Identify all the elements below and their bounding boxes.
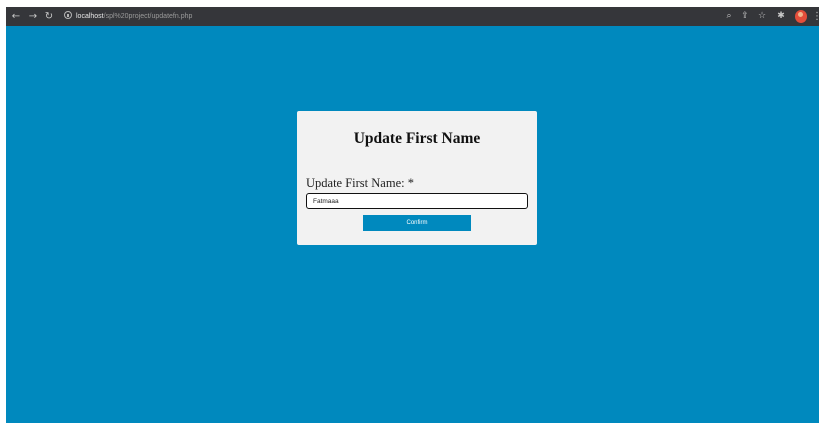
share-icon[interactable]: ⇪ (739, 7, 751, 26)
first-name-label: Update First Name: * (306, 176, 414, 190)
form-title: Update First Name (353, 130, 481, 147)
zoom-icon[interactable]: ⌕ (723, 7, 735, 26)
extensions-puzzle-icon[interactable]: ✱ (775, 7, 787, 26)
menu-icon[interactable]: ⋮ (812, 7, 819, 26)
reload-icon[interactable]: ↻ (43, 7, 55, 26)
update-form-card: Update First Name Update First Name: * C… (297, 111, 537, 245)
back-icon[interactable]: ← (10, 7, 22, 26)
address-bar[interactable]: localhost/spl%20project/updatefn.php (64, 10, 714, 23)
forward-icon[interactable]: → (27, 7, 39, 26)
url-path: /spl%20project/updatefn.php (103, 13, 193, 20)
url-host: localhost (76, 13, 104, 20)
confirm-button[interactable]: Confirm (363, 215, 471, 231)
browser-window: ← → ↻ localhost/spl%20project/updatefn.p… (6, 7, 819, 423)
site-info-icon[interactable] (64, 11, 72, 19)
first-name-input[interactable] (306, 193, 528, 209)
browser-toolbar: ← → ↻ localhost/spl%20project/updatefn.p… (6, 7, 819, 26)
profile-avatar[interactable] (795, 10, 807, 23)
bookmark-star-icon[interactable]: ☆ (756, 7, 768, 26)
